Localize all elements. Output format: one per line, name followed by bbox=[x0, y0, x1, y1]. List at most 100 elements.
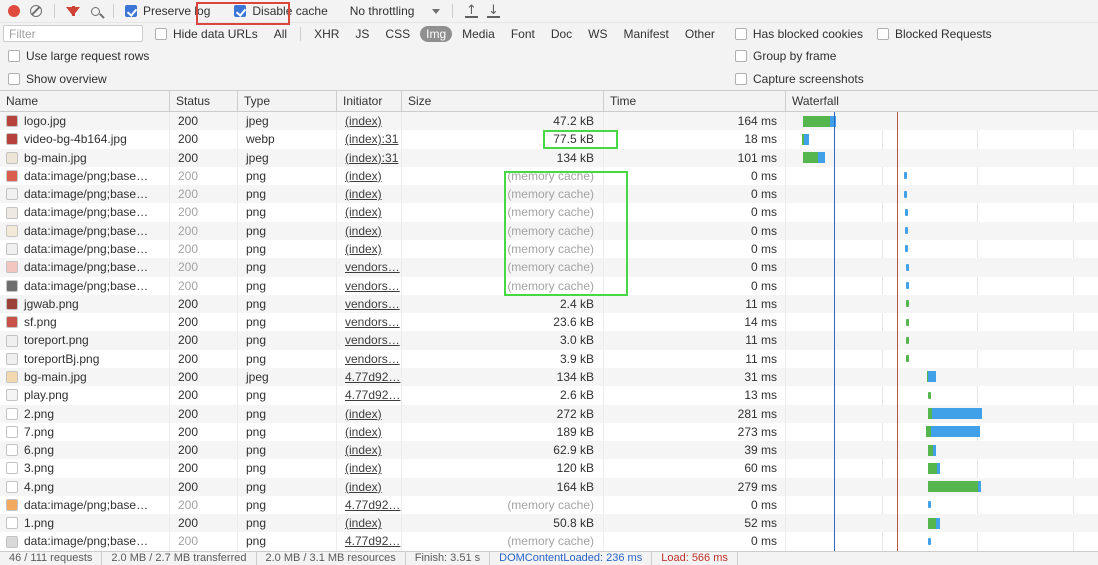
request-name-cell: data:image/png;base… bbox=[0, 167, 170, 185]
request-row[interactable]: bg-main.jpg200jpeg4.77d92…134 kB31 ms bbox=[0, 368, 1098, 386]
initiator-link[interactable]: (index) bbox=[345, 516, 382, 530]
capture-screenshots-checkbox[interactable]: Capture screenshots bbox=[735, 72, 864, 86]
initiator-link[interactable]: vendors… bbox=[345, 352, 400, 366]
column-header-name[interactable]: Name bbox=[0, 91, 170, 111]
initiator-link[interactable]: (index) bbox=[345, 224, 382, 238]
request-row[interactable]: toreportBj.png200pngvendors…3.9 kB11 ms bbox=[0, 350, 1098, 368]
filter-toggle-button[interactable] bbox=[62, 1, 84, 21]
initiator-link[interactable]: (index) bbox=[345, 205, 382, 219]
column-header-status[interactable]: Status bbox=[170, 91, 238, 111]
filter-type-other[interactable]: Other bbox=[679, 26, 721, 42]
blocked-requests-checkbox[interactable]: Blocked Requests bbox=[877, 27, 992, 41]
import-har-button[interactable]: ↑ bbox=[460, 1, 482, 21]
request-row[interactable]: 2.png200png(index)272 kB281 ms bbox=[0, 405, 1098, 423]
request-name-cell: toreport.png bbox=[0, 331, 170, 349]
disable-cache-checkbox[interactable]: Disable cache bbox=[234, 4, 327, 18]
column-header-time[interactable]: Time bbox=[604, 91, 786, 111]
initiator-cell: 4.77d92… bbox=[337, 496, 402, 514]
initiator-link[interactable]: vendors… bbox=[345, 333, 400, 347]
request-row[interactable]: data:image/png;base…200png(index)(memory… bbox=[0, 222, 1098, 240]
filter-type-css[interactable]: CSS bbox=[379, 26, 416, 42]
request-row[interactable]: 7.png200png(index)189 kB273 ms bbox=[0, 423, 1098, 441]
initiator-link[interactable]: (index):31 bbox=[345, 151, 398, 165]
request-row[interactable]: 1.png200png(index)50.8 kB52 ms bbox=[0, 514, 1098, 532]
filter-type-all[interactable]: All bbox=[268, 26, 293, 42]
initiator-link[interactable]: (index):31 bbox=[345, 132, 398, 146]
request-row[interactable]: data:image/png;base…200png4.77d92…(memor… bbox=[0, 532, 1098, 550]
request-row[interactable]: data:image/png;base…200png(index)(memory… bbox=[0, 203, 1098, 221]
filter-type-ws[interactable]: WS bbox=[582, 26, 613, 42]
waterfall-dash bbox=[928, 501, 931, 508]
throttling-dropdown[interactable]: No throttling bbox=[350, 4, 441, 18]
request-row[interactable]: data:image/png;base…200pngvendors…(memor… bbox=[0, 258, 1098, 276]
initiator-link[interactable]: (index) bbox=[345, 169, 382, 183]
preserve-log-checkbox[interactable]: Preserve log bbox=[125, 4, 210, 18]
show-overview-checkbox[interactable]: Show overview bbox=[8, 72, 107, 86]
column-header-waterfall[interactable]: Waterfall bbox=[786, 91, 1098, 111]
column-header-type[interactable]: Type bbox=[238, 91, 337, 111]
file-thumbnail-icon bbox=[6, 152, 18, 164]
initiator-link[interactable]: (index) bbox=[345, 114, 382, 128]
file-thumbnail-icon bbox=[6, 316, 18, 328]
waterfall-cell bbox=[786, 514, 1098, 532]
initiator-link[interactable]: (index) bbox=[345, 242, 382, 256]
initiator-link[interactable]: 4.77d92… bbox=[345, 370, 400, 384]
request-name: data:image/png;base… bbox=[24, 258, 148, 276]
filter-input[interactable] bbox=[3, 25, 143, 42]
request-row[interactable]: data:image/png;base…200png(index)(memory… bbox=[0, 240, 1098, 258]
initiator-link[interactable]: vendors… bbox=[345, 315, 400, 329]
filter-type-font[interactable]: Font bbox=[505, 26, 541, 42]
filter-type-js[interactable]: JS bbox=[349, 26, 375, 42]
waterfall-dash bbox=[905, 209, 908, 216]
request-row[interactable]: 6.png200png(index)62.9 kB39 ms bbox=[0, 441, 1098, 459]
initiator-link[interactable]: vendors… bbox=[345, 260, 400, 274]
request-row[interactable]: jgwab.png200pngvendors…2.4 kB11 ms bbox=[0, 295, 1098, 313]
has-blocked-cookies-checkbox[interactable]: Has blocked cookies bbox=[735, 27, 863, 41]
request-row[interactable]: logo.jpg200jpeg(index)47.2 kB164 ms bbox=[0, 112, 1098, 130]
column-header-size[interactable]: Size bbox=[402, 91, 604, 111]
initiator-link[interactable]: vendors… bbox=[345, 279, 400, 293]
request-row[interactable]: 3.png200png(index)120 kB60 ms bbox=[0, 459, 1098, 477]
request-row[interactable]: data:image/png;base…200pngvendors…(memor… bbox=[0, 277, 1098, 295]
request-row[interactable]: play.png200png4.77d92…2.6 kB13 ms bbox=[0, 386, 1098, 404]
waterfall-bar-download bbox=[818, 152, 825, 163]
clear-button[interactable] bbox=[25, 1, 47, 21]
filter-type-manifest[interactable]: Manifest bbox=[618, 26, 675, 42]
domcontentloaded-line bbox=[834, 112, 835, 551]
request-row[interactable]: bg-main.jpg200jpeg(index):31134 kB101 ms bbox=[0, 149, 1098, 167]
hide-data-urls-checkbox[interactable]: Hide data URLs bbox=[155, 27, 258, 41]
type-cell: png bbox=[238, 386, 337, 404]
request-row[interactable]: data:image/png;base…200png4.77d92…(memor… bbox=[0, 496, 1098, 514]
initiator-link[interactable]: (index) bbox=[345, 443, 382, 457]
request-row[interactable]: 4.png200png(index)164 kB279 ms bbox=[0, 478, 1098, 496]
initiator-link[interactable]: (index) bbox=[345, 407, 382, 421]
column-header-initiator[interactable]: Initiator bbox=[337, 91, 402, 111]
initiator-link[interactable]: vendors… bbox=[345, 297, 400, 311]
waterfall-bar bbox=[928, 445, 936, 456]
request-row[interactable]: data:image/png;base…200png(index)(memory… bbox=[0, 167, 1098, 185]
waterfall-bar bbox=[802, 134, 809, 145]
initiator-link[interactable]: (index) bbox=[345, 187, 382, 201]
record-button[interactable] bbox=[3, 1, 25, 21]
export-har-button[interactable]: ↓ bbox=[482, 1, 504, 21]
request-row[interactable]: sf.png200pngvendors…23.6 kB14 ms bbox=[0, 313, 1098, 331]
filter-type-img[interactable]: Img bbox=[420, 26, 452, 42]
initiator-link[interactable]: 4.77d92… bbox=[345, 534, 400, 548]
initiator-link[interactable]: 4.77d92… bbox=[345, 498, 400, 512]
filter-type-media[interactable]: Media bbox=[456, 26, 501, 42]
initiator-link[interactable]: (index) bbox=[345, 480, 382, 494]
group-by-frame-checkbox[interactable]: Group by frame bbox=[735, 49, 836, 63]
initiator-link[interactable]: 4.77d92… bbox=[345, 388, 400, 402]
initiator-link[interactable]: (index) bbox=[345, 425, 382, 439]
request-row[interactable]: video-bg-4b164.jpg200webp(index):3177.5 … bbox=[0, 130, 1098, 148]
initiator-link[interactable]: (index) bbox=[345, 461, 382, 475]
search-button[interactable] bbox=[84, 1, 106, 21]
request-name-cell: 4.png bbox=[0, 478, 170, 496]
filter-type-doc[interactable]: Doc bbox=[545, 26, 578, 42]
request-row[interactable]: data:image/png;base…200png(index)(memory… bbox=[0, 185, 1098, 203]
filter-type-xhr[interactable]: XHR bbox=[308, 26, 345, 42]
type-cell: png bbox=[238, 222, 337, 240]
request-row[interactable]: toreport.png200pngvendors…3.0 kB11 ms bbox=[0, 331, 1098, 349]
file-thumbnail-icon bbox=[6, 408, 18, 420]
use-large-request-rows-checkbox[interactable]: Use large request rows bbox=[8, 49, 149, 63]
